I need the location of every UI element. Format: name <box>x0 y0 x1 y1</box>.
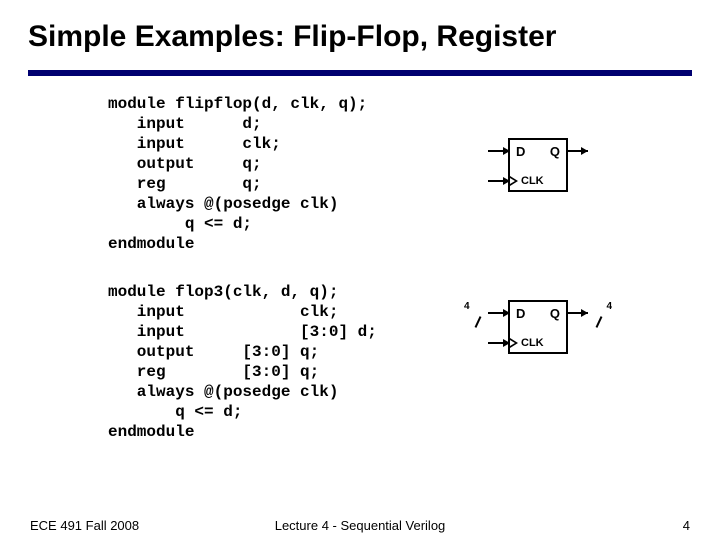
port-label-q: Q <box>550 144 560 159</box>
wire-q <box>566 150 588 152</box>
bus-width-in: 4 <box>464 301 470 312</box>
arrow-icon <box>503 177 510 185</box>
wire-clk <box>488 342 510 344</box>
page-title: Simple Examples: Flip-Flop, Register <box>28 0 692 64</box>
content-area: module flipflop(d, clk, q); input d; inp… <box>28 94 692 442</box>
footer-lecture: Lecture 4 - Sequential Verilog <box>0 518 720 533</box>
arrow-icon <box>581 147 588 155</box>
arrow-icon <box>503 339 510 347</box>
clock-edge-icon <box>510 176 518 186</box>
wire-q-bus: 4 <box>566 312 588 314</box>
clock-edge-icon <box>510 338 518 348</box>
diagram-flop3: 4 4 D Q CLK <box>508 300 568 354</box>
slide: Simple Examples: Flip-Flop, Register mod… <box>0 0 720 540</box>
diagram-flipflop: D Q CLK <box>508 138 568 192</box>
port-label-clk: CLK <box>521 175 544 187</box>
bus-width-out: 4 <box>606 301 612 312</box>
wire-d-bus: 4 <box>488 312 510 314</box>
flipflop-box: D Q CLK <box>508 138 568 192</box>
wire-d <box>488 150 510 152</box>
title-rule <box>28 70 692 76</box>
arrow-icon <box>503 309 510 317</box>
code-block-flipflop: module flipflop(d, clk, q); input d; inp… <box>108 94 692 254</box>
page-number: 4 <box>683 518 690 533</box>
arrow-icon <box>503 147 510 155</box>
port-label-d: D <box>516 306 525 321</box>
port-label-q: Q <box>550 306 560 321</box>
wire-clk <box>488 180 510 182</box>
port-label-clk: CLK <box>521 337 544 349</box>
arrow-icon <box>581 309 588 317</box>
code-block-flop3: module flop3(clk, d, q); input clk; inpu… <box>108 282 692 442</box>
port-label-d: D <box>516 144 525 159</box>
register-box: 4 4 D Q CLK <box>508 300 568 354</box>
